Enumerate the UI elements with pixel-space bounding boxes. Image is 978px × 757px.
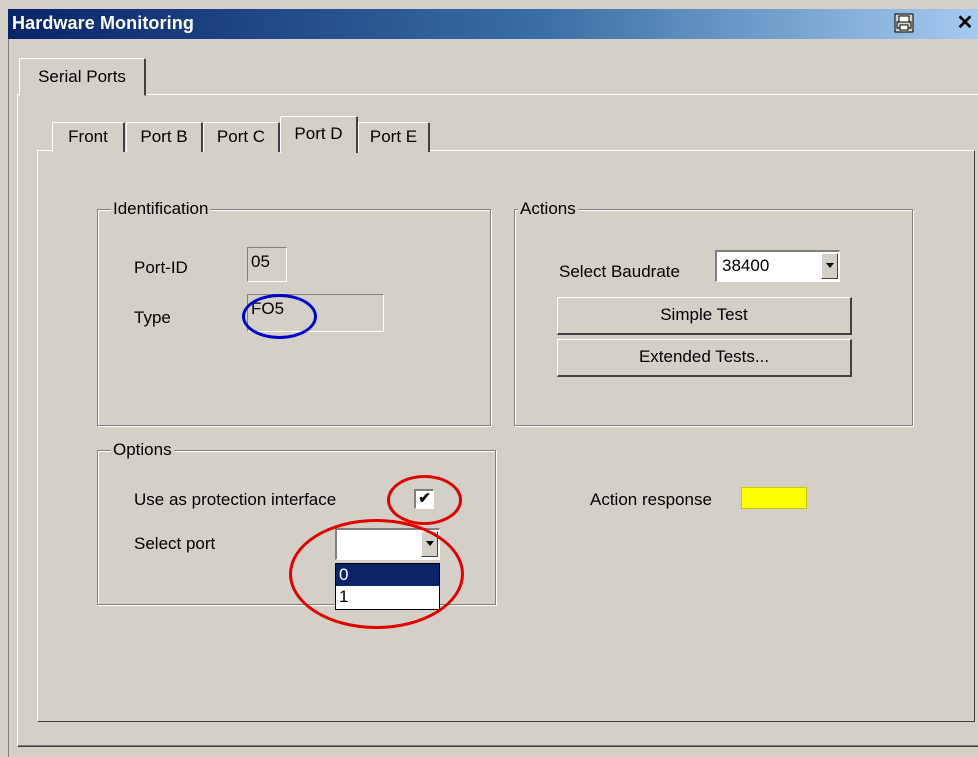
- close-icon[interactable]: ✕: [954, 12, 976, 34]
- red-highlight-circle-dropdown: [289, 519, 464, 629]
- print-icon[interactable]: [894, 13, 914, 33]
- actions-legend: Actions: [518, 199, 578, 219]
- tab-serial-ports[interactable]: Serial Ports: [19, 58, 146, 96]
- action-response-label: Action response: [590, 490, 712, 509]
- red-highlight-circle-checkbox: [387, 475, 462, 525]
- extended-tests-button[interactable]: Extended Tests...: [557, 339, 852, 377]
- tab-port-d[interactable]: Port D: [280, 116, 358, 153]
- simple-test-button[interactable]: Simple Test: [557, 297, 852, 335]
- type-label: Type: [134, 308, 171, 327]
- baudrate-select[interactable]: 38400: [715, 250, 840, 282]
- chevron-down-icon[interactable]: [821, 253, 838, 279]
- identification-legend: Identification: [111, 199, 211, 219]
- baudrate-label: Select Baudrate: [559, 262, 680, 281]
- tab-port-e[interactable]: Port E: [358, 122, 430, 152]
- options-legend: Options: [111, 440, 174, 460]
- tab-port-c[interactable]: Port C: [203, 122, 280, 152]
- port-id-field: 05: [247, 247, 287, 282]
- select-port-label: Select port: [134, 534, 216, 553]
- title-bar: Hardware Monitoring ✕: [8, 9, 978, 39]
- tab-front[interactable]: Front: [52, 122, 125, 152]
- protection-interface-label: Use as protection interface: [134, 490, 337, 509]
- tab-port-b[interactable]: Port B: [126, 122, 203, 152]
- baudrate-value: 38400: [722, 256, 770, 275]
- hardware-monitoring-window: Hardware Monitoring ✕ Serial Ports Front…: [0, 0, 978, 757]
- blue-highlight-circle: [242, 294, 317, 339]
- action-response-indicator: [741, 487, 807, 509]
- window-title: Hardware Monitoring: [12, 13, 194, 33]
- port-id-label: Port-ID: [134, 258, 188, 277]
